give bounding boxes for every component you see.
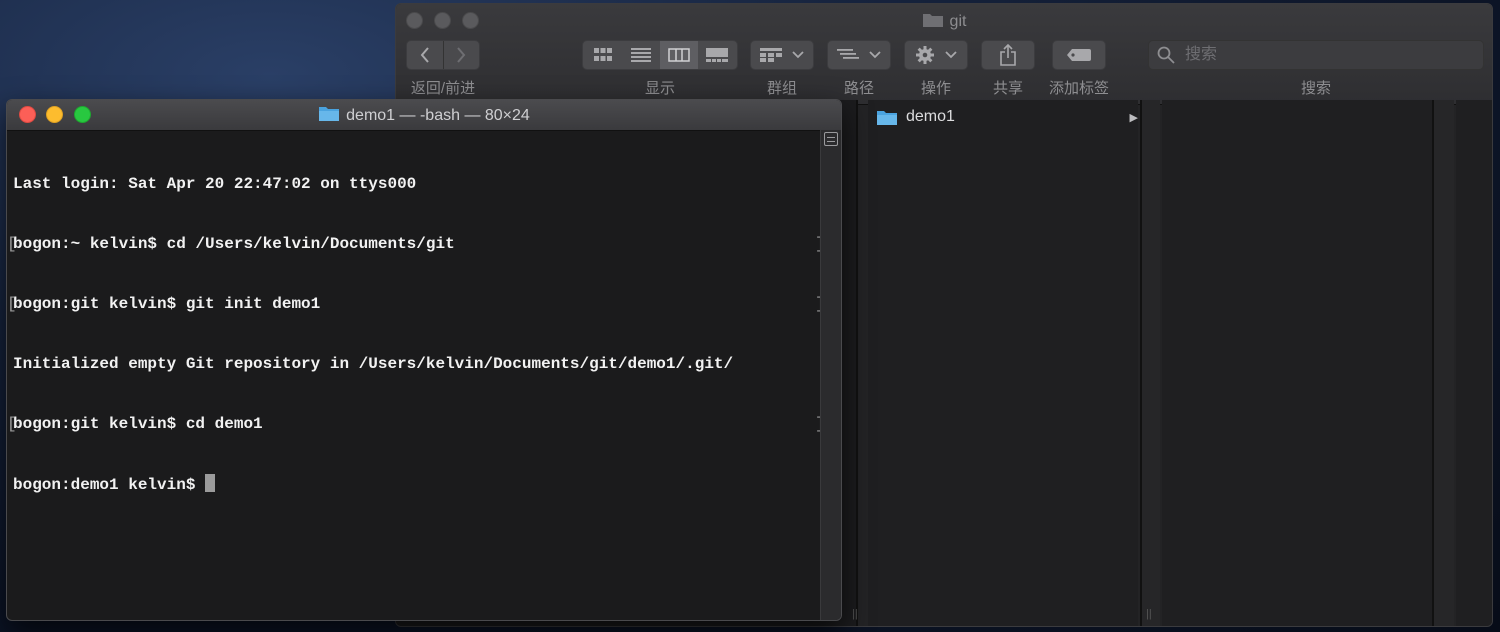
folder-icon (922, 12, 944, 33)
group-button[interactable] (750, 40, 814, 70)
finder-toolbar: git 返回/前进 显示 群组 路径 操作 共享 添加标签 搜索 搜索 (396, 4, 1492, 105)
share-icon (1000, 44, 1016, 66)
path-label: 路径 (843, 80, 874, 97)
path-icon (837, 49, 859, 59)
line-mark-left: [ (7, 235, 17, 253)
terminal-line: [bogon:~ kelvin$ cd /Users/kelvin/Docume… (7, 234, 825, 254)
back-button[interactable] (407, 41, 444, 69)
finder-column-4 (1162, 100, 1432, 626)
list-item[interactable]: demo1 ▶ (876, 106, 1138, 128)
icon-view-button[interactable] (584, 41, 622, 69)
chevron-left-icon (420, 47, 429, 63)
add-tag-button[interactable] (1052, 40, 1106, 70)
gallery-view-button[interactable] (698, 41, 736, 69)
terminal-line: Initialized empty Git repository in /Use… (13, 355, 734, 373)
line-mark-left: [ (7, 415, 17, 433)
terminal-line: [bogon:git kelvin$ git init demo1] (7, 294, 825, 314)
terminal-output[interactable]: Last login: Sat Apr 20 22:47:02 on ttys0… (7, 134, 825, 534)
finder-column-3 (1142, 100, 1160, 626)
path-button[interactable] (827, 40, 891, 70)
terminal-title: demo1 — -bash — 80×24 (7, 105, 841, 127)
action-label: 操作 (920, 80, 951, 97)
group-label: 群组 (766, 80, 797, 97)
share-label: 共享 (992, 80, 1023, 97)
list-icon (631, 48, 651, 62)
view-segmented-control (582, 40, 738, 70)
finder-column-2 (868, 100, 1138, 626)
disclosure-arrow-icon: ▶ (1129, 111, 1138, 124)
add-tag-label: 添加标签 (1048, 80, 1109, 97)
chevron-down-icon (869, 51, 881, 59)
list-view-button[interactable] (622, 41, 660, 69)
columns-icon (668, 48, 690, 62)
terminal-line: Last login: Sat Apr 20 22:47:02 on ttys0… (13, 175, 417, 193)
split-pane-icon[interactable] (824, 132, 838, 146)
terminal-window: demo1 — -bash — 80×24 Last login: Sat Ap… (6, 99, 842, 621)
folder-icon (877, 110, 897, 125)
text-cursor (205, 474, 216, 492)
search-field[interactable] (1148, 40, 1484, 70)
gallery-icon (706, 48, 728, 62)
terminal-line: [bogon:git kelvin$ cd demo1] (7, 414, 825, 434)
search-input[interactable] (1183, 45, 1467, 65)
column-resize-grip[interactable]: || (1146, 608, 1152, 620)
column-divider[interactable] (856, 100, 858, 626)
search-label: 搜索 (1300, 80, 1331, 97)
grid-icon (594, 48, 612, 61)
column-view-button[interactable] (660, 41, 698, 69)
column-resize-grip[interactable]: || (852, 608, 858, 620)
back-forward-label: 返回/前进 (410, 80, 476, 97)
back-forward-control (406, 40, 480, 70)
group-icon (760, 48, 782, 62)
forward-button[interactable] (444, 41, 480, 69)
terminal-prompt-line: bogon:demo1 kelvin$ (13, 474, 813, 494)
folder-icon (318, 105, 340, 127)
finder-column-5 (1434, 100, 1454, 626)
terminal-scrollbar[interactable] (820, 130, 841, 620)
chevron-down-icon (792, 51, 804, 59)
chevron-down-icon (945, 51, 957, 59)
gear-icon (916, 46, 934, 64)
tag-icon (1067, 49, 1091, 61)
terminal-titlebar: demo1 — -bash — 80×24 (7, 100, 841, 131)
chevron-right-icon (457, 47, 466, 63)
share-button[interactable] (981, 40, 1035, 70)
item-name: demo1 (906, 108, 955, 125)
finder-title: git (396, 12, 1492, 33)
view-label: 显示 (644, 80, 675, 97)
line-mark-left: [ (7, 295, 17, 313)
action-button[interactable] (904, 40, 968, 70)
search-icon (1157, 46, 1175, 64)
finder-column-6 (1456, 100, 1492, 626)
